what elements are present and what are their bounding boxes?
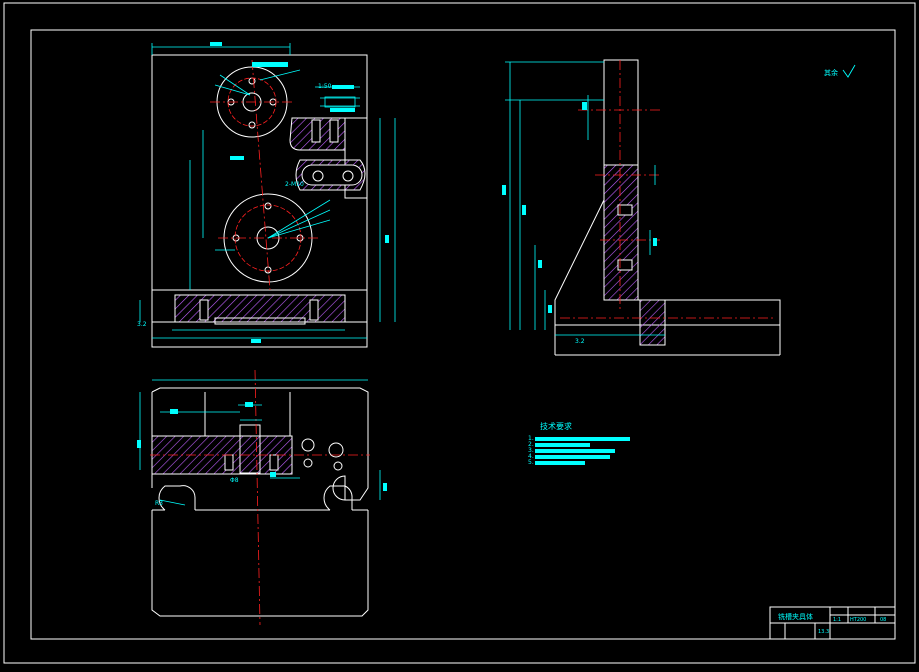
title-material: HT200 [850, 617, 866, 623]
front-view: 1:50 2-M10 3.2 [137, 42, 396, 348]
drawing-svg: 1:50 2-M10 3.2 其余 3.2 Φ8 R3 技术要求 1. 2. 3… [3, 2, 916, 664]
front-surface-mark: 3.2 [137, 321, 147, 328]
inner-frame [30, 29, 896, 640]
outer-frame [3, 2, 916, 664]
tech-requirements: 技术要求 1. 2. 3. 4. 5. [528, 421, 630, 466]
title-block: 铣槽夹具体 1:1 HT200 08 13.3 [769, 606, 896, 640]
title-part-name: 铣槽夹具体 [778, 612, 813, 621]
side-section-hatch [603, 164, 639, 301]
title-sheet: 08 [880, 617, 886, 623]
cad-drawing-canvas: 1:50 2-M10 3.2 其余 3.2 Φ8 R3 技术要求 1. 2. 3… [0, 0, 919, 668]
top-dim-2: R3 [155, 500, 163, 507]
top-dim-1: Φ8 [230, 477, 239, 484]
roughness-note: 其余 [824, 68, 838, 77]
top-view: Φ8 R3 [137, 369, 387, 626]
title-scale: 1:1 [833, 617, 841, 623]
side-surface-mark: 3.2 [575, 338, 585, 345]
front-dim-1: 1:50 [318, 83, 332, 90]
front-dim-2: 2-M10 [285, 181, 304, 188]
title-weight: 13.3 [818, 629, 829, 635]
tech-heading: 技术要求 [540, 421, 572, 431]
tech-item-5: 5. [528, 459, 534, 466]
side-view: 其余 3.2 [502, 59, 856, 356]
